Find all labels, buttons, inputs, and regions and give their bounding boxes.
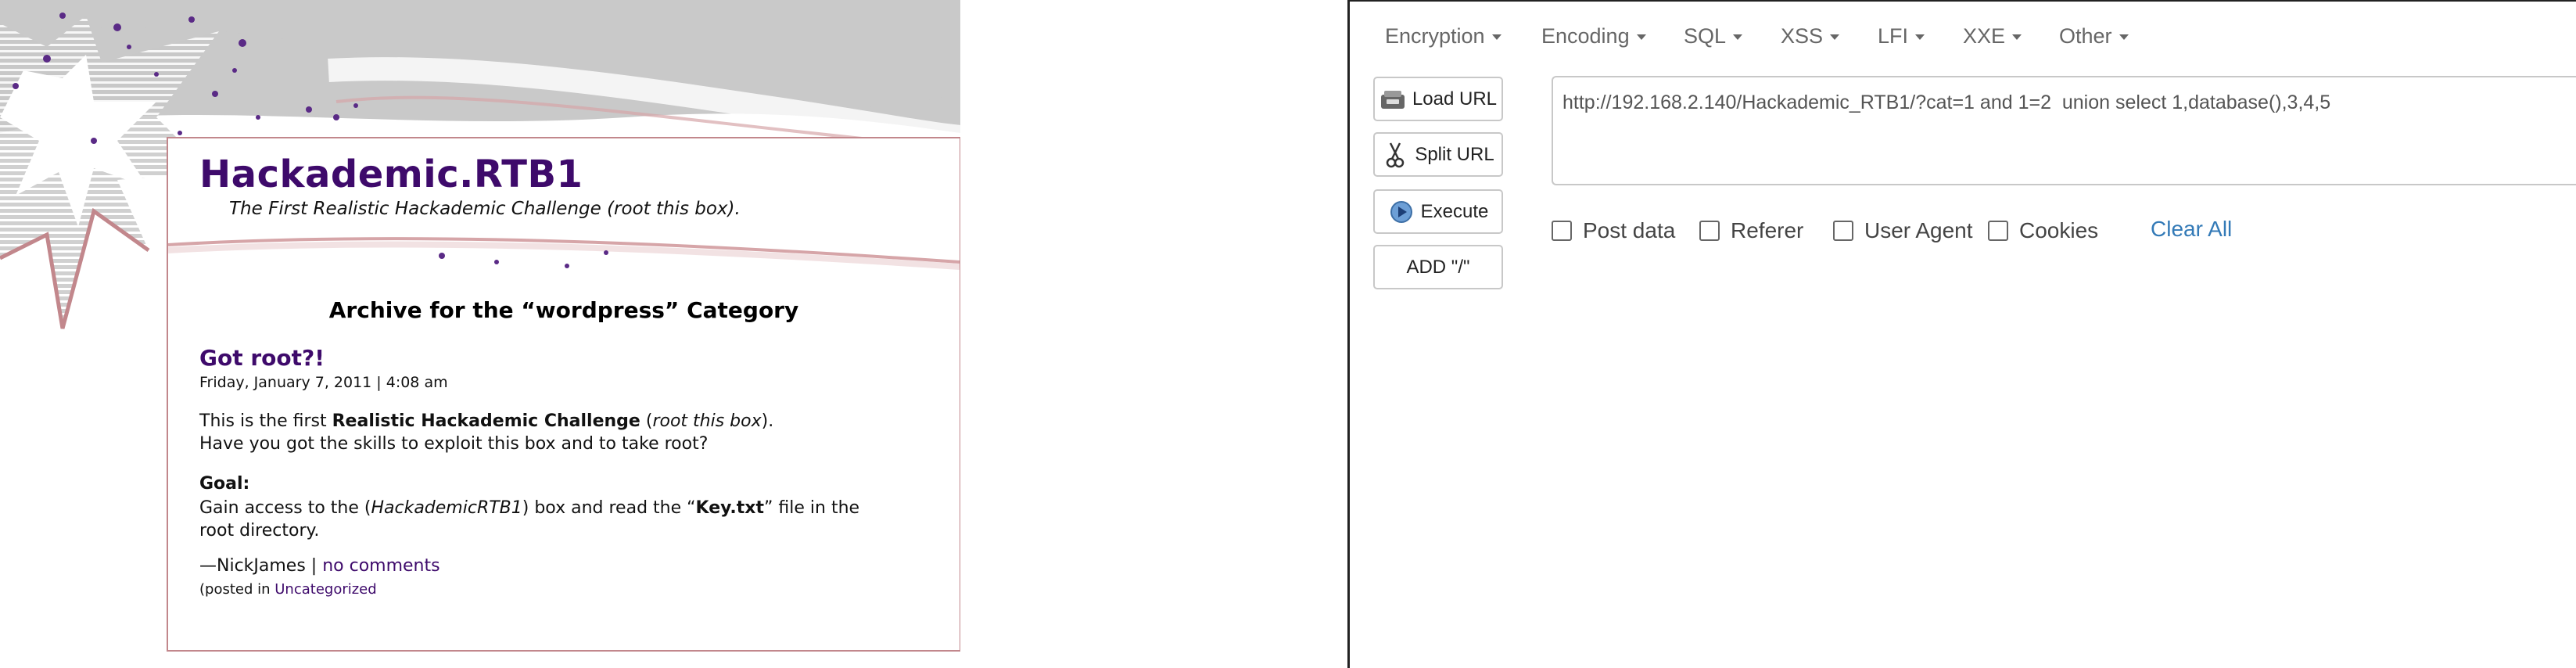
chevron-down-icon — [2119, 34, 2129, 41]
chevron-down-icon — [1733, 34, 1743, 41]
post-title-link[interactable]: Got root?! — [199, 345, 325, 371]
user-agent-label: User Agent — [1864, 218, 1973, 242]
goal-suffix: ” file in the — [764, 498, 860, 518]
category-link[interactable]: Uncategorized — [274, 581, 376, 598]
blog-content-card: Hackademic.RTB1 The First Realistic Hack… — [167, 137, 960, 652]
execute-button[interactable]: Execute — [1373, 189, 1503, 234]
split-url-button[interactable]: Split URL — [1373, 132, 1503, 177]
post-intro-line2: Have you got the skills to exploit this … — [199, 434, 709, 454]
load-url-label: Load URL — [1412, 88, 1498, 110]
play-icon — [1388, 199, 1415, 225]
menu-xxe[interactable]: XXE — [1963, 24, 2022, 48]
menu-lfi[interactable]: LFI — [1878, 24, 1925, 48]
menu-other[interactable]: Other — [2059, 24, 2129, 48]
chevron-down-icon — [1636, 34, 1646, 41]
post-intro-italic: root this box — [652, 411, 762, 431]
clear-all-link[interactable]: Clear All — [2151, 217, 2232, 242]
load-url-icon — [1379, 86, 1406, 113]
post-date: Friday, January 7, 2011 | 4:08 am — [199, 374, 448, 391]
menu-encoding[interactable]: Encoding — [1541, 24, 1646, 48]
referer-label: Referer — [1731, 218, 1804, 242]
post-author-line: —NickJames | no comments — [199, 556, 440, 576]
posted-in-prefix: (posted in — [199, 581, 275, 598]
load-url-button[interactable]: Load URL — [1373, 77, 1503, 121]
post-intro-bold: Realistic Hackademic Challenge — [332, 411, 640, 431]
menu-sql-label: SQL — [1684, 24, 1727, 48]
scissors-icon — [1382, 142, 1408, 168]
post-goal-paragraph: Gain access to the (HackademicRTB1) box … — [199, 497, 935, 542]
post-data-checkbox-box[interactable] — [1552, 221, 1572, 241]
header-swoosh-decoration — [168, 237, 960, 270]
add-slash-label: ADD "/" — [1406, 256, 1470, 278]
menu-other-label: Other — [2059, 24, 2112, 48]
menu-xss[interactable]: XSS — [1781, 24, 1840, 48]
cookies-checkbox[interactable]: Cookies — [1988, 218, 2098, 243]
post-category-line: (posted in Uncategorized — [199, 581, 377, 598]
site-description: The First Realistic Hackademic Challenge… — [229, 199, 741, 219]
post-intro-paragraph: This is the first Realistic Hackademic C… — [199, 410, 935, 455]
post-intro-prefix: This is the first — [199, 411, 332, 431]
menu-xxe-label: XXE — [1963, 24, 2006, 48]
post-data-label: Post data — [1583, 218, 1676, 242]
post-data-checkbox[interactable]: Post data — [1552, 218, 1675, 243]
goal-bold: Key.txt — [695, 498, 765, 518]
menu-encoding-label: Encoding — [1541, 24, 1630, 48]
url-input[interactable]: http://192.168.2.140/Hackademic_RTB1/?ca… — [1552, 76, 2576, 185]
comments-link[interactable]: no comments — [322, 556, 439, 576]
cookies-label: Cookies — [2019, 218, 2099, 242]
menu-xss-label: XSS — [1781, 24, 1824, 48]
chevron-down-icon — [1830, 34, 1840, 41]
chevron-down-icon — [1915, 34, 1925, 41]
hackbar-panel: Encryption Encoding SQL XSS LFI XXE Othe… — [1347, 0, 2576, 668]
hackbar-menubar: Encryption Encoding SQL XSS LFI XXE Othe… — [1350, 2, 2576, 69]
goal-label: Goal: — [199, 474, 250, 494]
menu-encryption-label: Encryption — [1385, 24, 1485, 48]
post-intro-suffix: ). — [761, 411, 774, 431]
blog-page: Hackademic.RTB1 The First Realistic Hack… — [0, 0, 960, 668]
archive-heading: Archive for the “wordpress” Category — [328, 297, 799, 323]
menu-lfi-label: LFI — [1878, 24, 1909, 48]
goal-prefix: Gain access to the ( — [199, 498, 371, 518]
referer-checkbox-box[interactable] — [1699, 221, 1720, 241]
user-agent-checkbox[interactable]: User Agent — [1833, 218, 1973, 243]
add-slash-button[interactable]: ADD "/" — [1373, 245, 1503, 289]
user-agent-checkbox-box[interactable] — [1833, 221, 1853, 241]
referer-checkbox[interactable]: Referer — [1699, 218, 1803, 243]
goal-italic: HackademicRTB1 — [371, 498, 522, 518]
post-intro-mid: ( — [640, 411, 653, 431]
goal-mid: ) box and read the “ — [522, 498, 696, 518]
site-title[interactable]: Hackademic.RTB1 — [199, 153, 583, 196]
menu-sql[interactable]: SQL — [1684, 24, 1743, 48]
execute-label: Execute — [1420, 200, 1489, 222]
menu-encryption[interactable]: Encryption — [1385, 24, 1501, 48]
goal-line2: root directory. — [199, 521, 320, 541]
split-url-label: Split URL — [1415, 143, 1494, 165]
post-author: —NickJames | — [199, 556, 323, 576]
cookies-checkbox-box[interactable] — [1988, 221, 2008, 241]
chevron-down-icon — [1491, 34, 1501, 41]
chevron-down-icon — [2012, 34, 2022, 41]
